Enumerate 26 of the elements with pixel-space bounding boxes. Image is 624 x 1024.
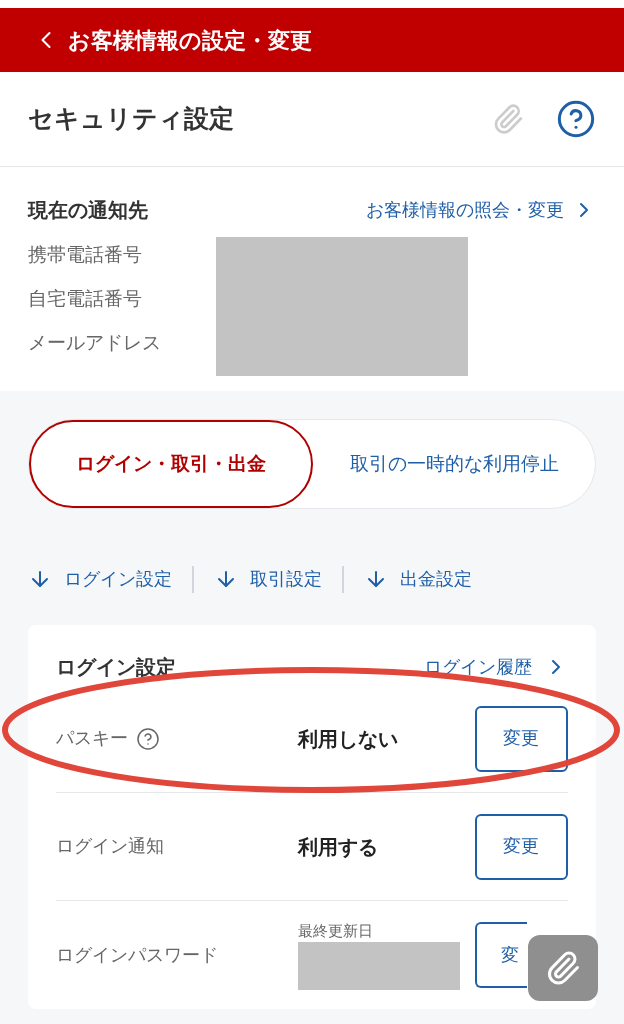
jump-link[interactable]: ログイン設定 (28, 565, 172, 593)
segment-tab[interactable]: 取引の一時的な利用停止 (313, 420, 595, 508)
help-icon[interactable] (556, 99, 596, 139)
setting-label: ログインパスワード (56, 943, 218, 967)
change-button[interactable]: 変更 (475, 705, 568, 772)
field-label: メールアドレス (28, 331, 162, 355)
change-button[interactable]: 変 (475, 922, 527, 988)
setting-label: ログイン通知 (56, 835, 164, 858)
help-icon[interactable] (136, 726, 160, 751)
jump-link[interactable]: 出金設定 (364, 565, 472, 593)
header-title: お客様情報の設定・変更 (68, 26, 312, 55)
customer-info-link[interactable]: お客様情報の照会・変更 (366, 196, 596, 224)
paperclip-icon[interactable] (492, 103, 524, 135)
setting-value: 利用しない (298, 727, 398, 750)
jump-link[interactable]: 取引設定 (214, 565, 322, 593)
field-label: 自宅電話番号 (28, 287, 143, 311)
section-title: 現在の通知先 (28, 198, 148, 223)
paperclip-button[interactable] (528, 935, 598, 1001)
setting-value: 利用する (298, 835, 378, 858)
page-title: セキュリティ設定 (28, 103, 235, 135)
field-label: 携帯電話番号 (28, 243, 143, 267)
segment-tab[interactable]: ログイン・取引・出金 (29, 420, 313, 508)
paperclip-icon (545, 950, 581, 986)
date-label: 最終更新日 (298, 920, 374, 941)
change-button[interactable]: 変更 (475, 813, 568, 880)
setting-label: パスキー (56, 727, 128, 750)
